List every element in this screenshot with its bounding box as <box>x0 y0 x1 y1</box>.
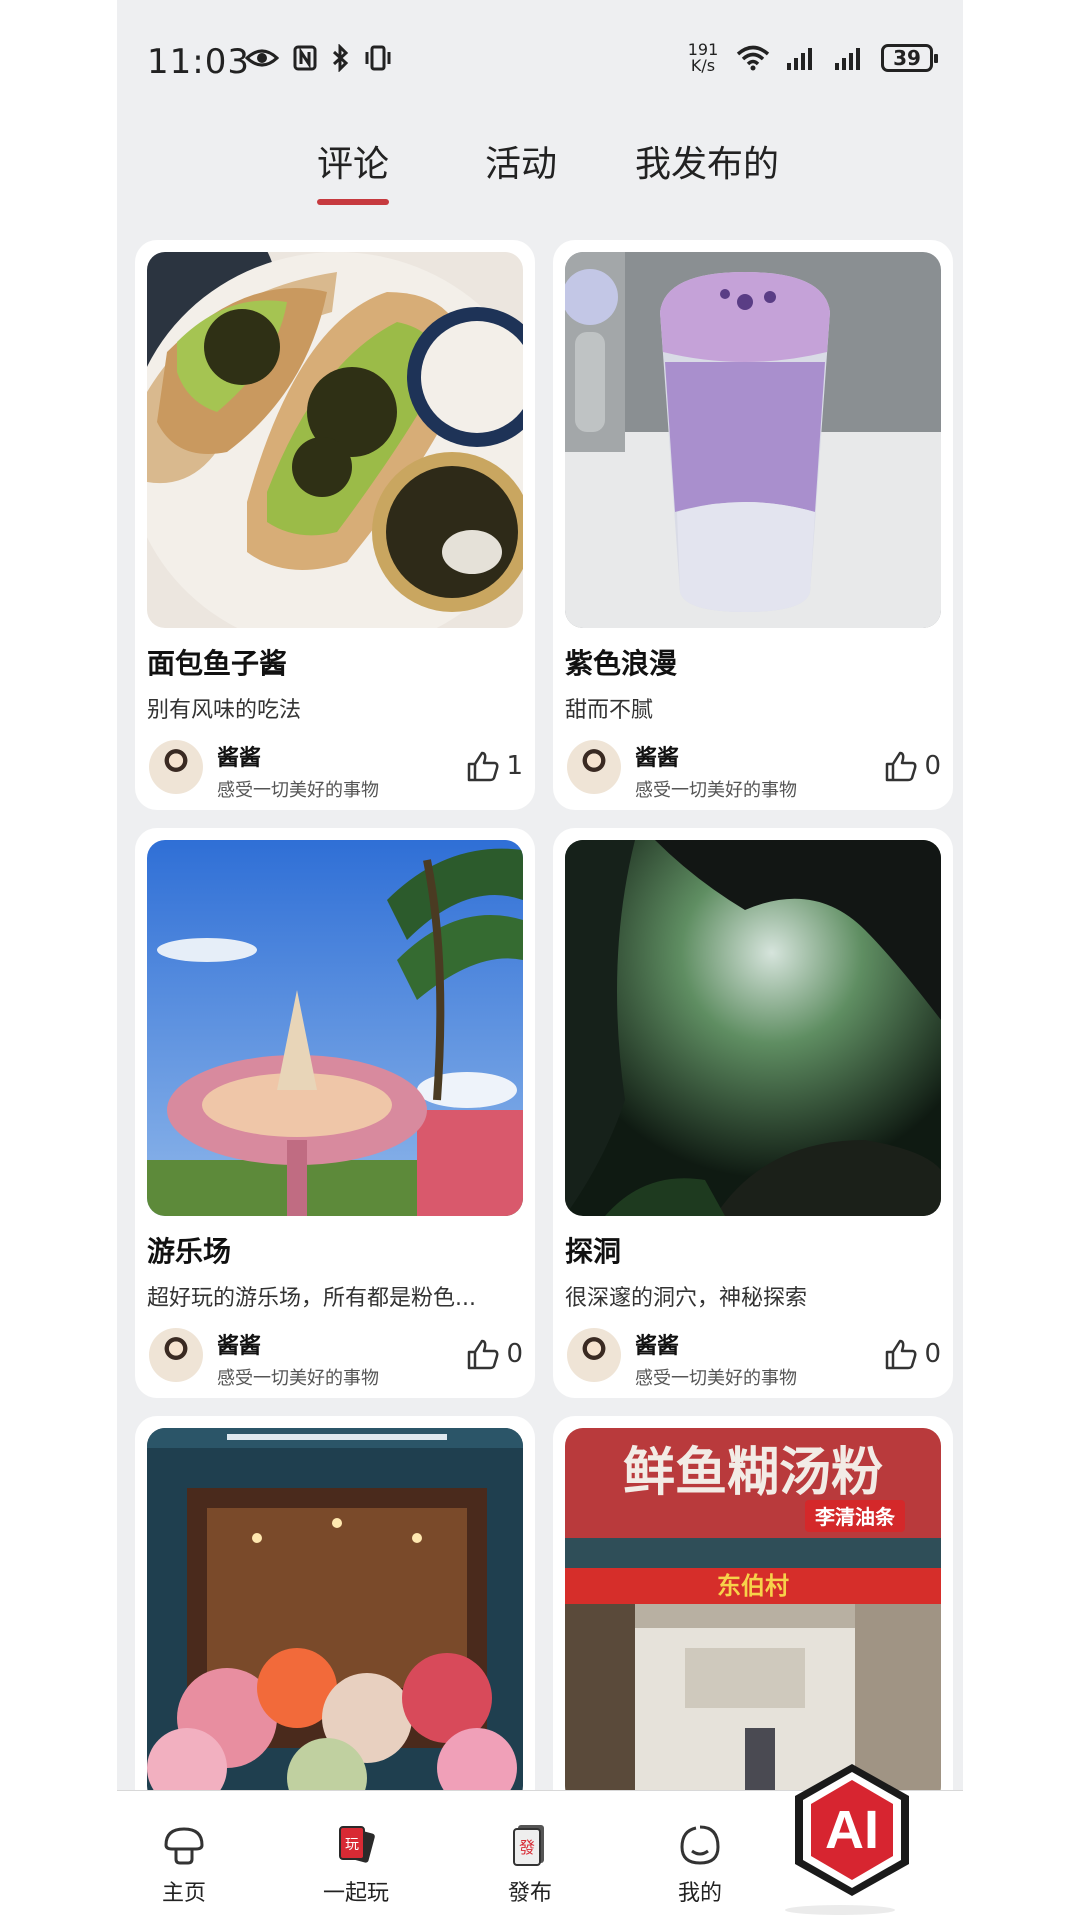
author-bio: 感受一切美好的事物 <box>217 780 379 801</box>
author-name: 酱酱 <box>217 1334 262 1359</box>
author-avatar[interactable] <box>567 740 621 794</box>
fish-noodle-shop-photo: 鲜鱼糊汤粉 李清油条 东伯村 <box>565 1428 941 1804</box>
ai-button-shadow <box>785 1905 895 1915</box>
bluetooth-icon <box>332 44 349 72</box>
post-card[interactable]: 紫色浪漫 甜而不腻 酱酱 感受一切美好的事物 0 <box>553 240 953 810</box>
caviar-toast-photo <box>147 252 523 628</box>
nav-label: 一起玩 <box>322 1881 389 1906</box>
publish-card-icon: 發 <box>513 1825 544 1866</box>
thumbs-up-icon <box>886 1339 917 1370</box>
nav-play-together[interactable]: 玩 一起玩 <box>301 1821 411 1907</box>
post-description: 别有风味的吃法 <box>147 698 302 723</box>
vibrate-icon <box>365 45 391 71</box>
like-button[interactable]: 0 <box>884 1338 941 1370</box>
nav-label: 我的 <box>677 1881 722 1906</box>
status-icons-right: 191 K/s 39 <box>685 42 938 74</box>
active-tab-indicator <box>317 199 390 205</box>
shop-sign-banner: 东伯村 <box>717 1572 789 1600</box>
wifi-icon <box>736 45 770 71</box>
tab-my-posts[interactable]: 我发布的 <box>635 135 779 187</box>
ai-label: AI <box>825 1800 879 1860</box>
post-description: 超好玩的游乐场，所有都是粉色... <box>147 1286 476 1311</box>
amusement-park-photo <box>147 840 523 1216</box>
shop-sign-main: 鲜鱼糊汤粉 <box>623 1444 883 1502</box>
post-card[interactable]: 游乐场 超好玩的游乐场，所有都是粉色... 酱酱 感受一切美好的事物 0 <box>135 828 535 1398</box>
phone-screen: 11:03 191 K/s 39 评论 活动 我发布的 面包鱼子酱 别有风味的吃… <box>117 0 963 1920</box>
nav-profile[interactable]: 我的 <box>645 1821 755 1907</box>
nav-label: 發布 <box>507 1881 552 1906</box>
right-margin <box>963 0 1080 1920</box>
mushroom-home-icon <box>164 1827 204 1865</box>
post-title: 紫色浪漫 <box>565 647 678 680</box>
author-bio: 感受一切美好的事物 <box>635 1368 797 1389</box>
status-bar: 11:03 191 K/s 39 <box>117 0 963 120</box>
eye-icon <box>245 49 279 67</box>
publish-badge-text: 發 <box>519 1838 535 1857</box>
author-name: 酱酱 <box>217 746 262 771</box>
nav-home[interactable]: 主页 <box>129 1821 239 1907</box>
author-avatar[interactable] <box>149 740 203 794</box>
like-count: 0 <box>924 1339 941 1369</box>
author-bio: 感受一切美好的事物 <box>217 1368 379 1389</box>
cave-photo <box>565 840 941 1216</box>
thumbs-up-icon <box>468 751 499 782</box>
net-speed: 191 K/s <box>685 42 721 74</box>
net-speed-unit: K/s <box>690 56 716 75</box>
tab-comments[interactable]: 评论 <box>317 135 390 205</box>
author-name: 酱酱 <box>635 1334 680 1359</box>
signal-icon <box>787 48 812 70</box>
tab-label: 我发布的 <box>635 144 780 185</box>
author-avatar[interactable] <box>149 1328 203 1382</box>
signal-icon <box>835 48 860 70</box>
post-title: 探洞 <box>565 1235 622 1268</box>
author-name: 酱酱 <box>635 746 680 771</box>
like-count: 1 <box>506 751 523 781</box>
status-time: 11:03 <box>147 42 250 82</box>
purple-drink-photo <box>565 252 941 628</box>
tab-activities[interactable]: 活动 <box>485 135 557 187</box>
tab-label: 评论 <box>317 144 390 185</box>
thumbs-up-icon <box>886 751 917 782</box>
nav-label: 主页 <box>161 1881 206 1906</box>
nav-publish[interactable]: 發 發布 <box>475 1821 585 1907</box>
face-profile-icon <box>680 1825 720 1865</box>
tab-label: 活动 <box>485 144 558 185</box>
battery-icon: 39 <box>881 44 938 72</box>
play-badge-text: 玩 <box>345 1837 359 1853</box>
author-avatar[interactable] <box>567 1328 621 1382</box>
like-button[interactable]: 0 <box>466 1338 523 1370</box>
thumbs-up-icon <box>468 1339 499 1370</box>
ai-assistant-button[interactable]: AI <box>787 1760 917 1900</box>
post-description: 很深邃的洞穴，神秘探索 <box>565 1286 808 1311</box>
like-count: 0 <box>506 1339 523 1369</box>
tab-bar: 评论 活动 我发布的 <box>117 135 963 205</box>
post-card[interactable]: 面包鱼子酱 别有风味的吃法 酱酱 感受一切美好的事物 1 <box>135 240 535 810</box>
play-cards-icon: 玩 <box>339 1826 375 1863</box>
left-margin <box>0 0 117 1920</box>
like-button[interactable]: 0 <box>884 750 941 782</box>
like-button[interactable]: 1 <box>466 750 523 782</box>
author-bio: 感受一切美好的事物 <box>635 780 797 801</box>
shop-sign-sub: 李清油条 <box>814 1505 896 1529</box>
like-count: 0 <box>924 751 941 781</box>
nfc-icon <box>293 45 317 71</box>
post-title: 游乐场 <box>147 1235 232 1268</box>
flower-shop-photo <box>147 1428 523 1804</box>
status-icons-left <box>245 44 393 72</box>
post-description: 甜而不腻 <box>565 698 654 723</box>
post-title: 面包鱼子酱 <box>147 647 288 680</box>
post-card[interactable]: 探洞 很深邃的洞穴，神秘探索 酱酱 感受一切美好的事物 0 <box>553 828 953 1398</box>
